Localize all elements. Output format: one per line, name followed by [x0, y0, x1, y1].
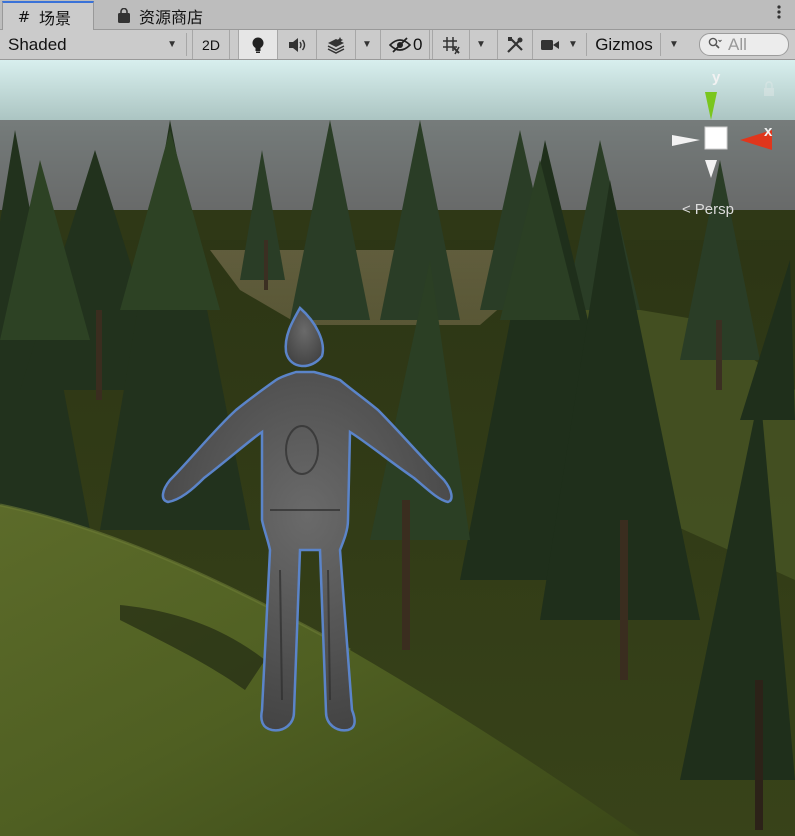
toolbar-divider: [186, 33, 187, 56]
tools-toggle-button[interactable]: [497, 30, 533, 59]
tab-asset-store-label: 资源商店: [139, 7, 204, 27]
lighting-toggle-button[interactable]: [238, 30, 278, 59]
projection-toggle[interactable]: < Persp: [682, 201, 734, 218]
audio-toggle-button[interactable]: [277, 30, 317, 59]
toolbar-divider: [586, 33, 587, 56]
projection-label: Persp: [694, 201, 734, 218]
bag-icon: [113, 7, 135, 24]
gizmo-x-axis-label[interactable]: x: [764, 123, 772, 140]
scene-viewport[interactable]: y x < Persp: [0, 60, 795, 836]
2d-toggle-button[interactable]: 2D: [192, 30, 230, 59]
chevron-down-icon: ▼: [167, 39, 177, 50]
eye-hidden-icon: [389, 36, 411, 53]
grid-icon: #: [17, 8, 31, 26]
gizmo-y-axis-label[interactable]: y: [712, 69, 720, 86]
chevron-down-icon: ▼: [669, 39, 679, 50]
chevron-down-icon: ▼: [568, 39, 578, 50]
chevron-down-icon: ▼: [476, 39, 486, 50]
effects-toggle-button[interactable]: [316, 30, 356, 59]
2d-toggle-label: 2D: [202, 36, 220, 53]
lightbulb-icon: [252, 37, 264, 53]
tab-scene-label: 场景: [39, 9, 72, 28]
camera-icon: [541, 39, 559, 50]
effects-dropdown[interactable]: ▼: [356, 30, 378, 59]
tab-menu-button[interactable]: [777, 4, 781, 20]
grid-toggle-button[interactable]: [432, 30, 470, 59]
chevron-left-icon: <: [682, 201, 691, 218]
scene-visibility-button[interactable]: 0: [380, 30, 430, 59]
more-vertical-icon: [777, 5, 781, 19]
camera-button[interactable]: [537, 30, 563, 59]
scene-toolbar: Shaded ▼ 2D ▼ 0 ▼ ▼ Gizmos ▼ All: [0, 30, 795, 60]
window-tab-bar: # 场景 资源商店: [0, 0, 795, 31]
tab-scene[interactable]: # 场景: [2, 1, 94, 31]
search-icon: [708, 37, 722, 52]
gizmos-button[interactable]: Gizmos: [590, 30, 658, 59]
grid-dropdown[interactable]: ▼: [469, 30, 493, 59]
chevron-down-icon: ▼: [362, 39, 372, 50]
grid-snap-icon: [443, 36, 460, 54]
draw-mode-label: Shaded: [8, 34, 67, 54]
speaker-icon: [289, 37, 306, 52]
hidden-objects-count: 0: [413, 34, 423, 54]
draw-mode-dropdown[interactable]: Shaded ▼: [0, 30, 185, 59]
toolbar-divider: [660, 33, 661, 56]
layers-effects-icon: [327, 36, 345, 54]
hierarchy-search-field[interactable]: All: [699, 33, 789, 56]
gizmos-dropdown[interactable]: ▼: [662, 30, 686, 59]
scene-render: [0, 60, 795, 836]
camera-dropdown[interactable]: ▼: [563, 30, 583, 59]
tools-icon: [507, 36, 523, 53]
search-placeholder: All: [728, 34, 747, 54]
tab-asset-store[interactable]: 资源商店: [103, 2, 218, 29]
gizmos-label: Gizmos: [595, 34, 653, 54]
